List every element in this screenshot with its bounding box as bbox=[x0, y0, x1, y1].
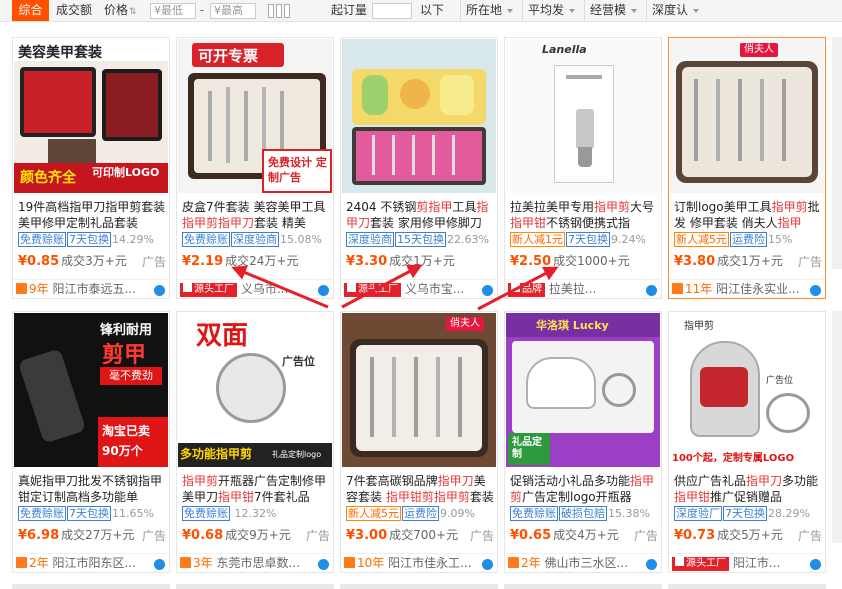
annotation-arrows bbox=[231, 264, 559, 311]
annotation-arrow bbox=[341, 264, 423, 309]
annotation-arrow bbox=[231, 265, 329, 309]
annotation-arrow bbox=[477, 266, 559, 311]
